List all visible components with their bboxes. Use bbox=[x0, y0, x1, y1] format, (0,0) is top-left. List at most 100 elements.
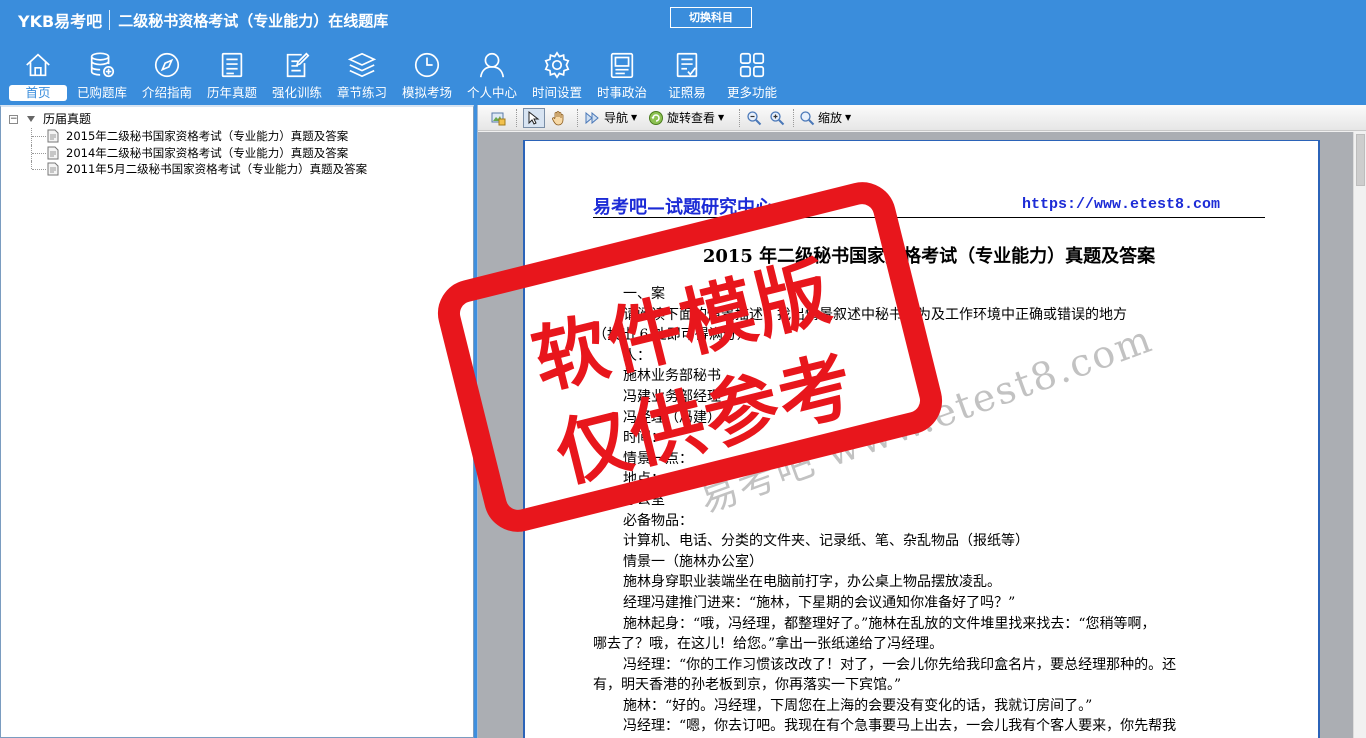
app-header: YKB易考吧 二级秘书资格考试（专业能力）在线题库 切换科目 首页 已购题库 介… bbox=[0, 0, 1366, 105]
hand-icon bbox=[552, 111, 564, 126]
tree-item-label: 2011年5月二级秘书国家资格考试（专业能力）真题及答案 bbox=[66, 162, 368, 176]
nav-home[interactable]: 首页 bbox=[6, 48, 70, 104]
doc-line: 冯经理：“你的工作习惯该改改了！对了，一会儿你先给我印盒名片，要总经理那种的。还 bbox=[623, 656, 1177, 673]
switch-subject-button[interactable]: 切换科目 bbox=[670, 7, 752, 28]
exam-tree: − 历届真题 2015年二级秘书国家资格考试（专业能力）真题及答案 2014年二… bbox=[7, 111, 367, 178]
doc-header-source: 易考吧—试题研究中心 bbox=[593, 197, 773, 218]
tree-line bbox=[31, 161, 32, 169]
nav-label: 模拟考场 bbox=[401, 85, 452, 100]
select-tool-button[interactable] bbox=[523, 108, 545, 128]
hand-tool-button[interactable] bbox=[550, 108, 569, 128]
doc-line: 施林起身：“哦，冯经理，都整理好了。”施林在乱放的文件堆里找来找去：“您稍等啊， bbox=[623, 615, 1156, 632]
doc-line: 一、案 bbox=[623, 286, 665, 302]
zoom-menu-button[interactable]: 缩放 ▼ bbox=[799, 108, 851, 128]
zoom-in-icon bbox=[770, 111, 785, 126]
tree-item[interactable]: 2015年二级秘书国家资格考试（专业能力）真题及答案 bbox=[7, 128, 367, 145]
nav-chapters[interactable]: 章节练习 bbox=[330, 48, 394, 104]
dropdown-caret-icon: ▼ bbox=[631, 113, 638, 122]
doc-line: 人： bbox=[623, 347, 651, 364]
dropdown-caret-icon: ▼ bbox=[845, 113, 852, 122]
rotate-view-button[interactable]: 旋转查看 ▼ bbox=[648, 108, 724, 128]
cursor-icon bbox=[528, 110, 539, 125]
vertical-scrollbar[interactable] bbox=[1353, 132, 1366, 738]
doc-line: 施林业务部秘书 bbox=[623, 368, 721, 385]
nav-label: 个人中心 bbox=[466, 85, 517, 100]
nav-label: 首页 bbox=[9, 85, 67, 101]
toolbar-separator bbox=[516, 109, 517, 127]
rotate-view-label: 旋转查看 bbox=[667, 111, 716, 125]
nav-time-settings[interactable]: 时间设置 bbox=[525, 48, 589, 104]
news-icon bbox=[610, 52, 634, 79]
nav-current-affairs[interactable]: 时事政治 bbox=[590, 48, 654, 104]
gear-icon bbox=[544, 51, 570, 79]
doc-line: 请阅读下面的情景描述，找出情景叙述中秘书行为及工作环境中正确或错误的地方 bbox=[623, 306, 1127, 323]
zoom-out-button[interactable] bbox=[746, 108, 765, 128]
brand-divider bbox=[109, 10, 111, 30]
doc-line: 施林：“好的。冯经理，下周您在上海的会要没有变化的话，我就订房间了。” bbox=[623, 697, 1093, 714]
doc-line: 施林身穿职业装端坐在电脑前打字，办公桌上物品摆放凌乱。 bbox=[623, 574, 1001, 591]
save-image-button[interactable] bbox=[490, 108, 509, 128]
header-rule bbox=[593, 217, 1265, 218]
doc-line: 冯建业务部经理 bbox=[623, 388, 721, 405]
rotate-icon bbox=[649, 111, 663, 125]
nav-label: 章节练习 bbox=[336, 85, 387, 100]
clock-icon bbox=[414, 52, 440, 78]
nav-profile[interactable]: 个人中心 bbox=[460, 48, 524, 104]
nav-more[interactable]: 更多功能 bbox=[720, 48, 784, 104]
doc-line: （找出 6 处即可得满分）。 bbox=[593, 327, 758, 344]
toolbar-separator bbox=[793, 109, 794, 127]
database-icon bbox=[90, 52, 115, 78]
nav-label: 强化训练 bbox=[271, 85, 322, 100]
page-viewport[interactable]: 易考吧—试题研究中心 https://www.etest8.com 2015 年… bbox=[478, 132, 1366, 738]
doc-line: 时间： bbox=[623, 430, 665, 447]
tree-item[interactable]: 2011年5月二级秘书国家资格考试（专业能力）真题及答案 bbox=[7, 161, 367, 178]
tree-item-label: 2014年二级秘书国家资格考试（专业能力）真题及答案 bbox=[66, 145, 349, 160]
doc-header-url: https://www.etest8.com bbox=[1022, 196, 1221, 213]
nav-label: 证照易 bbox=[668, 85, 706, 100]
image-export-icon bbox=[491, 112, 506, 126]
nav-label: 已购题库 bbox=[76, 85, 127, 100]
doc-line: 必备物品： bbox=[623, 512, 693, 529]
magnifier-icon bbox=[800, 111, 815, 126]
grid-icon bbox=[739, 52, 765, 78]
tree-line bbox=[32, 169, 46, 170]
edit-icon bbox=[286, 52, 310, 78]
doc-line: 哪去了？哦，在这儿！给您。”拿出一张纸递给了冯经理。 bbox=[593, 636, 944, 653]
scrollbar-thumb[interactable] bbox=[1356, 134, 1365, 186]
nav-label: 时事政治 bbox=[596, 85, 647, 100]
zoom-label: 缩放 bbox=[818, 111, 843, 125]
certificate-icon bbox=[676, 52, 698, 78]
navigation-label: 导航 bbox=[604, 111, 629, 125]
tree-root[interactable]: − 历届真题 bbox=[7, 111, 367, 128]
toolbar-separator bbox=[577, 109, 578, 127]
nav-past-exams[interactable]: 历年真题 bbox=[200, 48, 264, 104]
doc-line: 办公室 bbox=[623, 491, 665, 508]
tree-item[interactable]: 2014年二级秘书国家资格考试（专业能力）真题及答案 bbox=[7, 144, 367, 161]
zoom-out-icon bbox=[747, 111, 762, 126]
zoom-in-button[interactable] bbox=[769, 108, 788, 128]
viewer-toolbar: 导航 ▼ 旋转查看 ▼ 缩放 ▼ bbox=[478, 105, 1366, 131]
collapse-icon[interactable]: − bbox=[9, 115, 18, 124]
nav-label: 更多功能 bbox=[726, 85, 777, 100]
home-icon bbox=[26, 53, 50, 77]
doc-line: 冯经理（冯建） bbox=[623, 409, 721, 426]
expanded-arrow-icon bbox=[27, 116, 35, 122]
doc-line: 地点： bbox=[623, 471, 665, 488]
doc-title: 2015 年二级秘书国家资格考试（专业能力）真题及答案 bbox=[702, 246, 1156, 267]
nav-intensive[interactable]: 强化训练 bbox=[265, 48, 329, 104]
document-icon bbox=[47, 146, 59, 159]
navigation-button[interactable]: 导航 ▼ bbox=[585, 108, 637, 128]
nav-mock-exam[interactable]: 模拟考场 bbox=[395, 48, 459, 104]
doc-body: 一、案请阅读下面的情景描述，找出情景叙述中秘书行为及工作环境中正确或错误的地方 （… bbox=[593, 284, 1265, 737]
document-page: 易考吧—试题研究中心 https://www.etest8.com 2015 年… bbox=[523, 140, 1320, 738]
doc-line: 经理冯建推门进来：“施林，下星期的会议通知你准备好了吗？” bbox=[623, 594, 1016, 611]
nav-purchased[interactable]: 已购题库 bbox=[70, 48, 134, 104]
nav-certificate[interactable]: 证照易 bbox=[655, 48, 719, 104]
nav-guide[interactable]: 介绍指南 bbox=[135, 48, 199, 104]
compass-icon bbox=[154, 52, 180, 78]
nav-label: 历年真题 bbox=[206, 85, 257, 100]
navigation-icon bbox=[585, 111, 599, 125]
nav-label: 介绍指南 bbox=[141, 85, 192, 100]
brand: YKB易考吧 二级秘书资格考试（专业能力）在线题库 bbox=[18, 8, 388, 32]
tree-item-label: 2015年二级秘书国家资格考试（专业能力）真题及答案 bbox=[66, 129, 349, 143]
